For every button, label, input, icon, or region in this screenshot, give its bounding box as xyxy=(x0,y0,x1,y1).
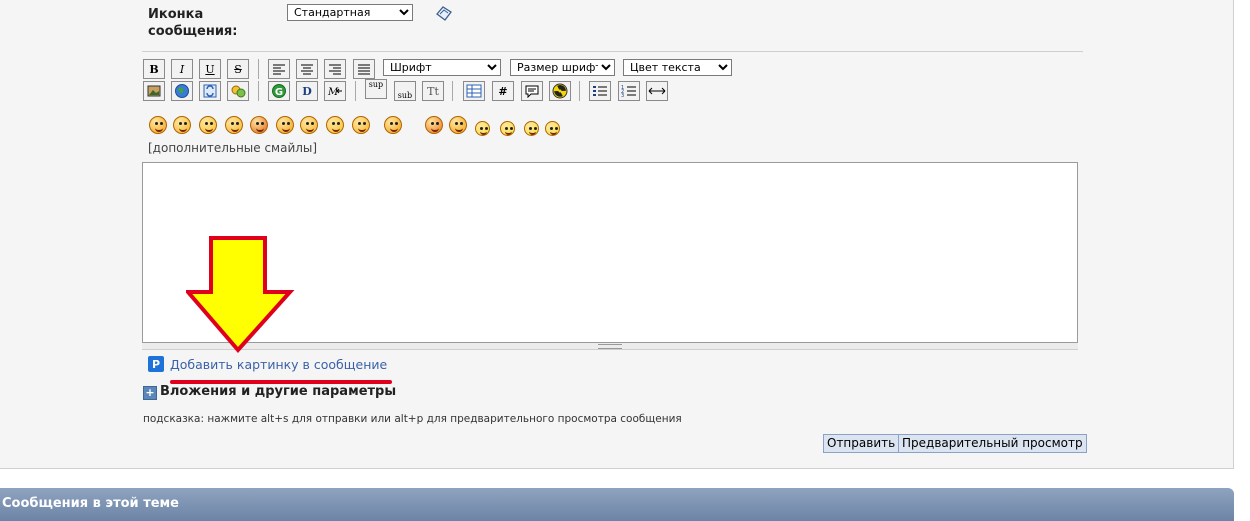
align-left-icon xyxy=(273,64,285,75)
keyboard-hint: подсказка: нажмите alt+s для отправки ил… xyxy=(143,413,682,425)
smilie-icon[interactable] xyxy=(352,116,370,134)
table-button[interactable] xyxy=(463,81,485,101)
bullet-list-icon xyxy=(593,86,607,96)
tt-button[interactable]: Tt xyxy=(422,81,444,101)
quote-button[interactable] xyxy=(521,81,543,101)
toolbar-separator xyxy=(355,81,356,101)
add-image-link[interactable]: Добавить картинку в сообщение xyxy=(170,357,387,372)
postimage-icon[interactable]: P xyxy=(148,356,164,372)
toolbar-separator xyxy=(258,59,259,79)
smilie-icon[interactable] xyxy=(250,116,268,134)
smilie-icon[interactable] xyxy=(384,116,402,134)
attachments-toggle[interactable]: Вложения и другие параметры xyxy=(160,384,396,399)
justify-button[interactable] xyxy=(353,59,375,79)
double-arrow-icon xyxy=(648,87,666,95)
align-center-button[interactable] xyxy=(296,59,318,79)
smilie-icon[interactable] xyxy=(149,116,167,134)
bullet-list-button[interactable] xyxy=(589,81,611,101)
insert-image-button[interactable] xyxy=(143,81,165,101)
smilie-icon[interactable] xyxy=(199,116,217,134)
svg-text:D: D xyxy=(302,85,312,98)
refresh-media-icon xyxy=(203,84,217,98)
font-select[interactable]: Шрифт xyxy=(383,59,501,76)
people-icon xyxy=(231,85,246,98)
smilie-icon[interactable] xyxy=(276,116,294,134)
strike-button[interactable]: S xyxy=(227,59,249,79)
smilie-icon[interactable] xyxy=(326,116,344,134)
image-icon xyxy=(147,85,161,97)
google-button[interactable]: G xyxy=(268,81,290,101)
smilie-icon[interactable] xyxy=(500,121,515,136)
wiki-icon: D xyxy=(302,85,312,98)
smilie-icon[interactable] xyxy=(545,121,560,136)
numbered-list-button[interactable]: 123 xyxy=(618,81,640,101)
align-left-button[interactable] xyxy=(268,59,290,79)
annotation-down-arrow-icon xyxy=(186,236,295,354)
speech-bubble-icon xyxy=(525,85,539,98)
post-icon-preview-icon xyxy=(434,5,452,21)
italic-button[interactable]: I xyxy=(171,59,193,79)
sup-button[interactable]: sup xyxy=(365,79,387,99)
align-center-icon xyxy=(301,64,313,75)
insert-smilie-button[interactable] xyxy=(227,81,249,101)
horizontal-rule-button[interactable] xyxy=(646,81,668,101)
post-icon-label: Иконка сообщения: xyxy=(148,7,238,39)
post-icon-select[interactable]: Стандартная xyxy=(287,4,413,21)
smilie-icon[interactable] xyxy=(173,116,191,134)
quote-user-button[interactable]: M xyxy=(324,81,346,101)
google-icon: G xyxy=(272,84,286,98)
svg-text:M: M xyxy=(327,87,339,97)
smilie-icon[interactable] xyxy=(300,116,318,134)
more-smilies-link[interactable]: [дополнительные смайлы] xyxy=(148,141,317,155)
expand-plus-icon[interactable]: + xyxy=(143,386,157,400)
preview-button[interactable]: Предварительный просмотр xyxy=(898,434,1087,453)
spoiler-button[interactable] xyxy=(549,81,571,101)
text-color-select[interactable]: Цвет текста xyxy=(623,59,732,76)
thread-messages-header: Сообщения в этой теме xyxy=(0,488,1234,521)
font-size-select[interactable]: Размер шрифта xyxy=(510,59,615,76)
toolbar-separator xyxy=(579,81,580,101)
smilie-icon[interactable] xyxy=(449,116,467,134)
toolbar-separator xyxy=(258,81,259,101)
underline-button[interactable]: U xyxy=(199,59,221,79)
align-right-button[interactable] xyxy=(324,59,346,79)
justify-icon xyxy=(358,64,370,75)
code-button[interactable]: # xyxy=(492,81,514,101)
svg-text:3: 3 xyxy=(621,93,624,98)
indent-icon: M xyxy=(327,87,342,97)
insert-video-button[interactable] xyxy=(199,81,221,101)
smilie-icon[interactable] xyxy=(524,121,539,136)
insert-link-button[interactable] xyxy=(171,81,193,101)
toolbar-separator xyxy=(452,81,453,101)
reply-form-panel: Иконка сообщения: Стандартная B I U S Шр… xyxy=(0,0,1234,469)
bold-button[interactable]: B xyxy=(143,59,165,79)
svg-text:G: G xyxy=(275,87,283,98)
align-right-icon xyxy=(329,64,341,75)
radiation-icon xyxy=(552,83,568,99)
submit-button[interactable]: Отправить xyxy=(823,434,900,453)
wiki-button[interactable]: D xyxy=(296,81,318,101)
thread-messages-title: Сообщения в этой теме xyxy=(2,496,179,511)
table-icon xyxy=(466,84,482,98)
smilie-icon[interactable] xyxy=(425,116,443,134)
form-divider xyxy=(142,51,1083,52)
numbered-list-icon: 123 xyxy=(621,85,636,98)
smilie-icon[interactable] xyxy=(225,116,243,134)
globe-link-icon xyxy=(175,84,189,98)
smilie-icon[interactable] xyxy=(475,121,490,136)
sub-button[interactable]: sub xyxy=(394,81,416,101)
